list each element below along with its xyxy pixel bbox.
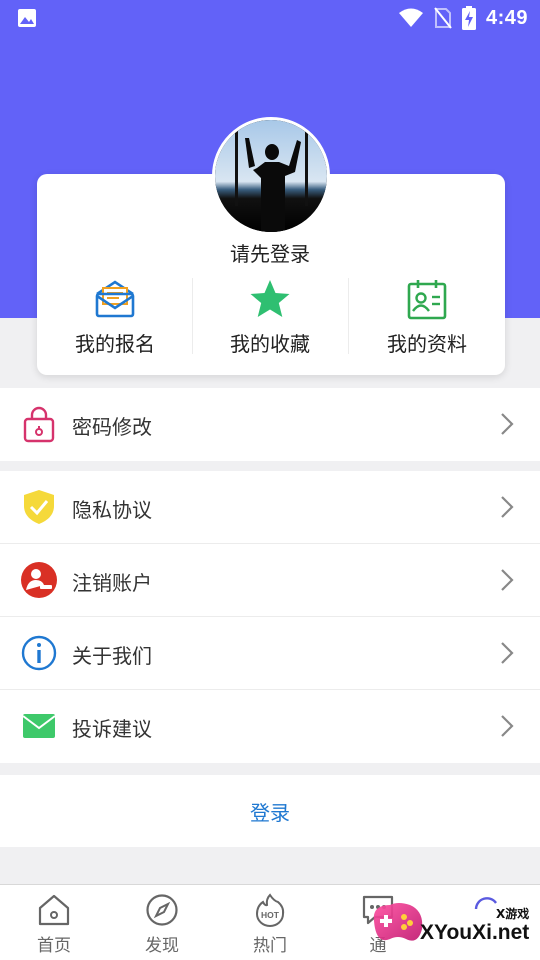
star-icon — [250, 280, 290, 317]
menu-item-privacy-policy[interactable]: 隐私协议 — [0, 471, 540, 544]
shortcut-label: 我的报名 — [75, 332, 155, 356]
hot-icon: HOT — [255, 893, 285, 927]
no-sim-icon — [434, 7, 452, 29]
shield-check-icon — [24, 490, 54, 524]
shortcut-label: 我的收藏 — [230, 332, 310, 356]
wifi-icon — [398, 8, 423, 27]
chevron-right-icon — [501, 569, 514, 591]
menu-item-label: 注销账户 — [72, 571, 152, 595]
id-card-icon — [407, 280, 447, 320]
info-icon — [21, 635, 57, 671]
watermark-small-text: X游戏 — [496, 907, 530, 921]
gallery-icon — [18, 9, 36, 27]
svg-text:HOT: HOT — [261, 910, 280, 920]
tab-label: 首页 — [37, 936, 71, 956]
chevron-right-icon — [501, 642, 514, 664]
chevron-right-icon — [501, 413, 514, 435]
envelope-icon — [95, 280, 135, 318]
menu-item-label: 密码修改 — [72, 415, 152, 439]
login-prompt[interactable]: 请先登录 — [0, 238, 540, 267]
menu-item-about-us[interactable]: 关于我们 — [0, 617, 540, 690]
menu-item-label: 关于我们 — [72, 644, 152, 668]
mail-icon — [22, 714, 56, 738]
chevron-right-icon — [501, 496, 514, 518]
lock-icon — [23, 406, 55, 443]
compass-icon — [146, 894, 178, 926]
watermark-text: XYouXi.net — [420, 921, 530, 944]
menu-item-label: 投诉建议 — [72, 717, 152, 741]
avatar[interactable] — [212, 117, 330, 235]
menu-item-label: 隐私协议 — [72, 498, 152, 522]
menu-item-delete-account[interactable]: 注销账户 — [0, 544, 540, 617]
tab-label: 发现 — [145, 936, 179, 956]
shortcut-my-registration[interactable]: 我的报名 — [37, 272, 193, 362]
tab-label: 热门 — [253, 936, 287, 956]
user-remove-icon — [21, 562, 57, 598]
home-icon — [38, 894, 70, 926]
status-bar: 4:49 — [0, 0, 540, 36]
shortcut-my-profile[interactable]: 我的资料 — [349, 272, 505, 362]
watermark: X游戏 XYouXi.net — [368, 893, 540, 955]
chevron-right-icon — [501, 715, 514, 737]
gamepad-logo-icon — [373, 903, 423, 941]
tab-hot[interactable]: HOT 热门 — [216, 885, 324, 960]
shortcut-my-favorites[interactable]: 我的收藏 — [192, 272, 348, 362]
avatar-image — [215, 120, 327, 232]
tab-home[interactable]: 首页 — [0, 885, 108, 960]
status-time: 4:49 — [485, 6, 528, 29]
menu-group-security: 密码修改 — [0, 388, 540, 461]
tab-discover[interactable]: 发现 — [108, 885, 216, 960]
menu-item-feedback[interactable]: 投诉建议 — [0, 690, 540, 763]
menu-group-account: 隐私协议 注销账户 关于我们 投诉建议 — [0, 471, 540, 763]
login-button[interactable]: 登录 — [0, 797, 540, 826]
battery-charging-icon — [461, 6, 476, 30]
menu-item-change-password[interactable]: 密码修改 — [0, 388, 540, 461]
login-button-row[interactable]: 登录 — [0, 775, 540, 847]
shortcut-label: 我的资料 — [387, 332, 467, 356]
